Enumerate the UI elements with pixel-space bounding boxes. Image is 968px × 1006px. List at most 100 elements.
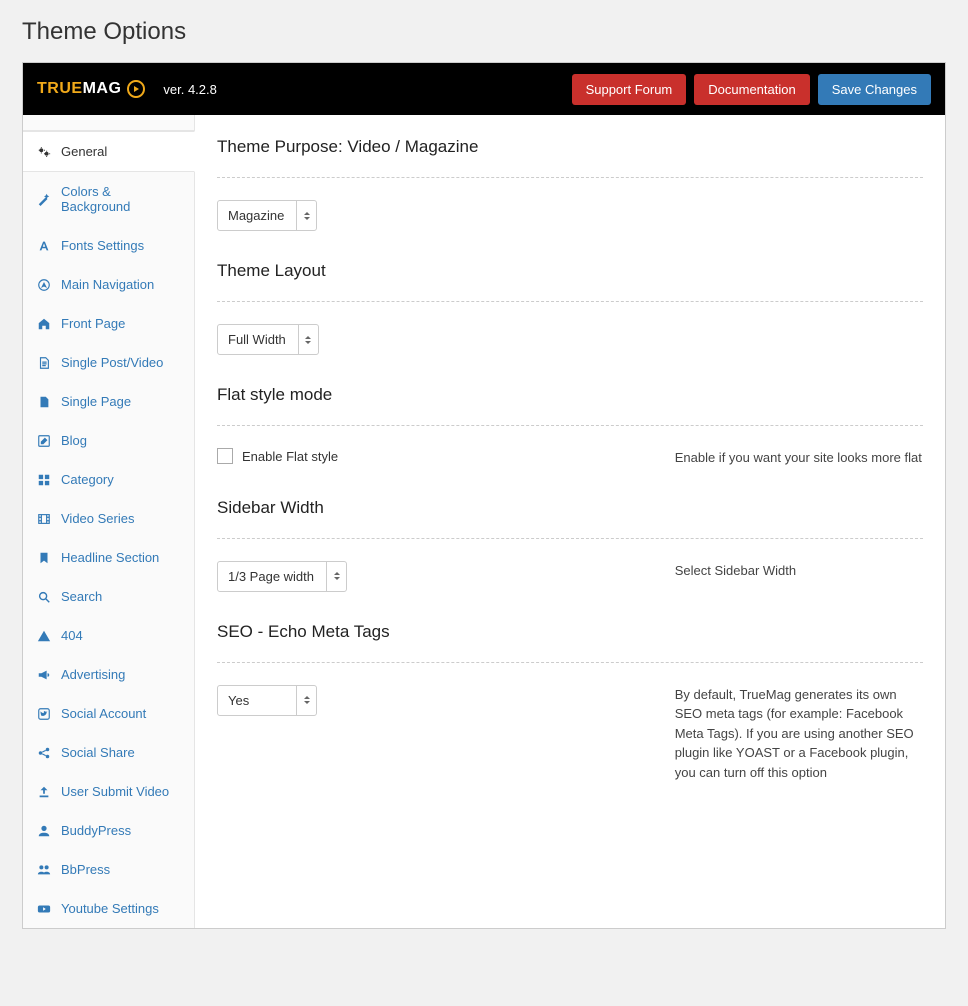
user-icon bbox=[37, 824, 51, 838]
sidebar-item-mainnav[interactable]: Main Navigation bbox=[23, 265, 194, 304]
topbar: TRUEMAG ver. 4.2.8 Support Forum Documen… bbox=[23, 63, 945, 115]
sidebar-item-social-share[interactable]: Social Share bbox=[23, 733, 194, 772]
edit-icon bbox=[37, 434, 51, 448]
section-sidebar-width: Sidebar Width 1/3 Page width Select Side… bbox=[217, 498, 923, 592]
logo-part2: MAG bbox=[83, 80, 122, 97]
bookmark-icon bbox=[37, 551, 51, 565]
section-title: SEO - Echo Meta Tags bbox=[217, 622, 923, 642]
sidebar-item-label: Main Navigation bbox=[61, 277, 154, 292]
sidebar-item-label: Search bbox=[61, 589, 102, 604]
sidebar-item-headline[interactable]: Headline Section bbox=[23, 538, 194, 577]
sidebar-item-buddypress[interactable]: BuddyPress bbox=[23, 811, 194, 850]
sidebar-item-label: Blog bbox=[61, 433, 87, 448]
logo-text: TRUEMAG bbox=[37, 80, 121, 98]
sidebar-item-label: General bbox=[61, 144, 107, 159]
sidebar-item-youtube[interactable]: Youtube Settings bbox=[23, 889, 194, 928]
compass-icon bbox=[37, 278, 51, 292]
select-value: Yes bbox=[218, 686, 296, 715]
sidebar-item-label: User Submit Video bbox=[61, 784, 169, 799]
sidebar-width-select[interactable]: 1/3 Page width bbox=[217, 561, 347, 592]
search-icon bbox=[37, 590, 51, 604]
section-title: Theme Purpose: Video / Magazine bbox=[217, 137, 923, 157]
grid-icon bbox=[37, 473, 51, 487]
sidebar-item-frontpage[interactable]: Front Page bbox=[23, 304, 194, 343]
select-value: Magazine bbox=[218, 201, 296, 230]
twitter-square-icon bbox=[37, 707, 51, 721]
options-panel: TRUEMAG ver. 4.2.8 Support Forum Documen… bbox=[22, 62, 946, 929]
sidebar-item-label: Advertising bbox=[61, 667, 125, 682]
select-caret-icon bbox=[296, 686, 316, 715]
section-title: Sidebar Width bbox=[217, 498, 923, 518]
cogs-icon bbox=[37, 145, 51, 159]
version-label: ver. 4.2.8 bbox=[163, 82, 216, 97]
users-icon bbox=[37, 863, 51, 877]
sidebar: General Colors & Background Fonts Settin… bbox=[23, 115, 195, 928]
checkbox-label: Enable Flat style bbox=[242, 449, 338, 464]
sidebar-item-label: BbPress bbox=[61, 862, 110, 877]
sidebar-item-label: Category bbox=[61, 472, 114, 487]
sidebar-item-fonts[interactable]: Fonts Settings bbox=[23, 226, 194, 265]
enable-flat-checkbox[interactable] bbox=[217, 448, 233, 464]
field-help: Select Sidebar Width bbox=[675, 561, 923, 581]
select-caret-icon bbox=[326, 562, 346, 591]
section-seo: SEO - Echo Meta Tags Yes By default, Tru… bbox=[217, 622, 923, 783]
save-changes-button[interactable]: Save Changes bbox=[818, 74, 931, 105]
section-flat-style: Flat style mode Enable Flat style Enable… bbox=[217, 385, 923, 468]
file-icon bbox=[37, 395, 51, 409]
field-help: Enable if you want your site looks more … bbox=[675, 448, 923, 468]
sidebar-item-label: Front Page bbox=[61, 316, 125, 331]
sidebar-item-label: Fonts Settings bbox=[61, 238, 144, 253]
sidebar-item-singlepost[interactable]: Single Post/Video bbox=[23, 343, 194, 382]
share-icon bbox=[37, 746, 51, 760]
sidebar-item-label: BuddyPress bbox=[61, 823, 131, 838]
sidebar-item-404[interactable]: 404 bbox=[23, 616, 194, 655]
sidebar-item-videoseries[interactable]: Video Series bbox=[23, 499, 194, 538]
page-title: Theme Options bbox=[0, 0, 968, 62]
support-forum-button[interactable]: Support Forum bbox=[572, 74, 687, 105]
sidebar-item-search[interactable]: Search bbox=[23, 577, 194, 616]
theme-layout-select[interactable]: Full Width bbox=[217, 324, 319, 355]
sidebar-item-label: Social Share bbox=[61, 745, 135, 760]
sidebar-item-general[interactable]: General bbox=[23, 131, 195, 172]
documentation-button[interactable]: Documentation bbox=[694, 74, 809, 105]
sidebar-item-singlepage[interactable]: Single Page bbox=[23, 382, 194, 421]
field-help: By default, TrueMag generates its own SE… bbox=[675, 685, 923, 783]
file-text-icon bbox=[37, 356, 51, 370]
sidebar-item-label: Colors & Background bbox=[61, 184, 180, 214]
youtube-icon bbox=[37, 902, 51, 916]
play-icon bbox=[127, 80, 145, 98]
logo-part1: TRUE bbox=[37, 80, 83, 97]
sidebar-spacer bbox=[23, 115, 194, 131]
upload-icon bbox=[37, 785, 51, 799]
home-icon bbox=[37, 317, 51, 331]
sidebar-item-bbpress[interactable]: BbPress bbox=[23, 850, 194, 889]
sidebar-item-blog[interactable]: Blog bbox=[23, 421, 194, 460]
sidebar-item-colors[interactable]: Colors & Background bbox=[23, 172, 194, 226]
theme-purpose-select[interactable]: Magazine bbox=[217, 200, 317, 231]
select-caret-icon bbox=[296, 201, 316, 230]
section-theme-layout: Theme Layout Full Width bbox=[217, 261, 923, 355]
section-title: Flat style mode bbox=[217, 385, 923, 405]
logo: TRUEMAG bbox=[37, 80, 145, 98]
sidebar-item-label: Single Page bbox=[61, 394, 131, 409]
sidebar-item-label: Headline Section bbox=[61, 550, 159, 565]
sidebar-item-label: Social Account bbox=[61, 706, 146, 721]
sidebar-item-social-account[interactable]: Social Account bbox=[23, 694, 194, 733]
font-icon bbox=[37, 239, 51, 253]
magic-icon bbox=[37, 192, 51, 206]
select-value: 1/3 Page width bbox=[218, 562, 326, 591]
section-title: Theme Layout bbox=[217, 261, 923, 281]
sidebar-item-label: Video Series bbox=[61, 511, 134, 526]
sidebar-item-user-submit[interactable]: User Submit Video bbox=[23, 772, 194, 811]
content: Theme Purpose: Video / Magazine Magazine… bbox=[195, 115, 945, 928]
film-icon bbox=[37, 512, 51, 526]
select-value: Full Width bbox=[218, 325, 298, 354]
seo-meta-select[interactable]: Yes bbox=[217, 685, 317, 716]
sidebar-item-label: Single Post/Video bbox=[61, 355, 163, 370]
sidebar-item-label: 404 bbox=[61, 628, 83, 643]
sidebar-item-category[interactable]: Category bbox=[23, 460, 194, 499]
sidebar-item-advertising[interactable]: Advertising bbox=[23, 655, 194, 694]
warning-icon bbox=[37, 629, 51, 643]
sidebar-item-label: Youtube Settings bbox=[61, 901, 159, 916]
select-caret-icon bbox=[298, 325, 318, 354]
